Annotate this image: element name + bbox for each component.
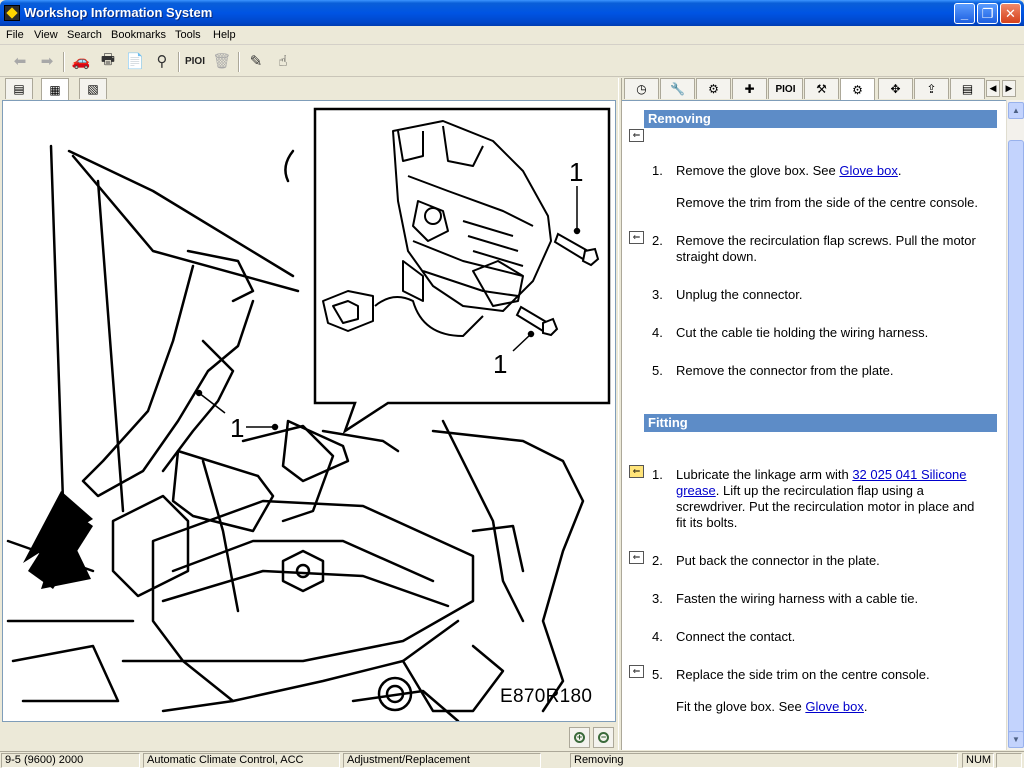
menu-help[interactable]: Help: [213, 29, 236, 41]
step-number: 3.: [652, 591, 663, 606]
step-number: 3.: [652, 287, 663, 302]
status-procedure: Adjustment/Replacement: [343, 753, 541, 768]
scroll-up-icon[interactable]: ▲: [1008, 102, 1024, 119]
zoom-in-button[interactable]: +: [569, 727, 590, 748]
step-number: 2.: [652, 233, 663, 248]
close-button[interactable]: ✕: [1000, 3, 1021, 24]
step-text: Replace the side trim on the centre cons…: [676, 667, 930, 682]
binoculars-icon[interactable]: ⚲: [151, 50, 173, 72]
function-icon[interactable]: ◷: [624, 78, 659, 99]
forward-arrow-icon[interactable]: ➡: [36, 50, 58, 72]
image-view-icon[interactable]: ▧: [79, 78, 107, 99]
status-num: NUM: [962, 753, 994, 768]
menu-bar: File View Search Bookmarks Tools Help: [0, 26, 1024, 45]
tab-scroll-left-icon[interactable]: ◀: [986, 80, 1000, 97]
step-text: Unplug the connector.: [676, 287, 803, 302]
document-view-icon[interactable]: ▦: [41, 78, 69, 100]
adjustment-replacement-icon[interactable]: ⚙: [840, 78, 875, 100]
step-number: 5.: [652, 363, 663, 378]
step-number: 5.: [652, 667, 663, 682]
step-number: 4.: [652, 629, 663, 644]
glove-box-link[interactable]: Glove box: [839, 163, 898, 178]
step-text: Connect the contact.: [676, 629, 796, 644]
callout-label-main: 1: [230, 413, 244, 443]
maximize-button[interactable]: ❐: [977, 3, 998, 24]
vertical-scrollbar[interactable]: ▲ ▼: [1006, 100, 1024, 750]
step-text: Remove the recirculation flap screws. Pu…: [676, 233, 976, 264]
illustration-pane[interactable]: 1 1 1 E870R180: [2, 100, 616, 722]
status-bar: 9-5 (9600) 2000 Automatic Climate Contro…: [0, 751, 1024, 768]
zoom-out-icon: −: [598, 732, 609, 743]
status-model: 9-5 (9600) 2000: [1, 753, 140, 768]
step-text: Put back the connector in the plate.: [676, 553, 880, 568]
figure-code: E870R180: [500, 686, 593, 707]
export-icon[interactable]: ⇪: [914, 78, 949, 99]
zoom-bar: + −: [0, 724, 620, 750]
step-text: Lubricate the linkage arm with 32 025 04…: [676, 467, 975, 530]
illustration-link-icon[interactable]: ⇐: [629, 665, 644, 678]
print-icon[interactable]: 🖶: [97, 50, 119, 72]
trash-icon[interactable]: 🗑: [211, 50, 233, 72]
menu-view[interactable]: View: [34, 29, 58, 41]
step-number: 1.: [652, 163, 663, 178]
move-icon[interactable]: ✥: [878, 78, 913, 99]
toolbar-separator: [63, 52, 65, 72]
scroll-down-icon[interactable]: ▼: [1008, 731, 1024, 748]
tab-scroll-right-icon[interactable]: ▶: [1002, 80, 1016, 97]
tree-view-icon[interactable]: ▤: [5, 78, 33, 99]
step-text: Remove the glove box. See Glove box.: [676, 163, 902, 178]
image-pane-tabs: ▤ ▦ ▧: [0, 78, 620, 100]
step-text: Remove the connector from the plate.: [676, 363, 894, 378]
status-section: Removing: [570, 753, 958, 768]
back-to-top-icon[interactable]: ⇐: [629, 129, 644, 142]
step-text: Remove the trim from the side of the cen…: [676, 195, 979, 210]
title-bar[interactable]: Workshop Information System _ ❐ ✕: [0, 0, 1024, 26]
menu-bookmarks[interactable]: Bookmarks: [111, 29, 166, 41]
wrench-icon[interactable]: 🔧: [660, 78, 695, 99]
minimize-button[interactable]: _: [954, 3, 975, 24]
document-export-icon[interactable]: 📄: [124, 50, 146, 72]
recirculation-motor-illustration: 1 1 1: [6, 107, 611, 721]
step-text: Cut the cable tie holding the wiring har…: [676, 325, 929, 340]
diagnostics-icon[interactable]: ✚: [732, 78, 767, 99]
pointer-note-icon[interactable]: ☝: [272, 50, 294, 72]
section-header-removing: Removing: [644, 110, 997, 128]
pio-tab[interactable]: PIOI: [768, 78, 803, 99]
step-text: Fasten the wiring harness with a cable t…: [676, 591, 919, 606]
car-icon[interactable]: 🚗: [70, 50, 92, 72]
glove-box-link[interactable]: Glove box: [805, 699, 864, 714]
toolbar-separator: [238, 52, 240, 72]
highlighter-icon[interactable]: ✎: [245, 50, 267, 72]
document-pane-tabs: ◷ 🔧 ⚙ ✚ PIOI ⚒ ⚙ ✥ ⇪ ▤ ◀ ▶: [622, 78, 1024, 100]
step-number: 4.: [652, 325, 663, 340]
toolbar-separator: [178, 52, 180, 72]
menu-file[interactable]: File: [6, 29, 24, 41]
illustration-link-icon[interactable]: ⇐: [629, 231, 644, 244]
zoom-out-button[interactable]: −: [593, 727, 614, 748]
back-arrow-icon[interactable]: ⬅: [9, 50, 31, 72]
procedure-text-pane: ⇐ Removing 1. Remove the glove box. See …: [622, 100, 1006, 750]
callout-label-inset-bottom: 1: [493, 349, 507, 379]
zoom-in-icon: +: [574, 732, 585, 743]
step-text: Fit the glove box. See Glove box.: [676, 699, 868, 714]
status-system: Automatic Climate Control, ACC: [143, 753, 340, 768]
illustration-link-icon[interactable]: ⇐: [629, 465, 644, 478]
illustration-link-icon[interactable]: ⇐: [629, 551, 644, 564]
menu-tools[interactable]: Tools: [175, 29, 201, 41]
scrollbar-thumb[interactable]: [1008, 140, 1024, 736]
section-header-fitting: Fitting: [644, 414, 997, 432]
callout-label-inset-top: 1: [569, 157, 583, 187]
status-extra: [996, 753, 1022, 768]
step-number: 1.: [652, 467, 663, 482]
step-number: 2.: [652, 553, 663, 568]
document-icon[interactable]: ▤: [950, 78, 985, 99]
gears-icon[interactable]: ⚙: [696, 78, 731, 99]
window-title: Workshop Information System: [24, 5, 213, 20]
pio-button[interactable]: PIOI: [184, 50, 206, 72]
app-icon: [4, 5, 20, 21]
tools-icon[interactable]: ⚒: [804, 78, 839, 99]
menu-search[interactable]: Search: [67, 29, 102, 41]
toolbar: ⬅ ➡ 🚗 🖶 📄 ⚲ PIOI 🗑 ✎ ☝: [0, 45, 1024, 77]
